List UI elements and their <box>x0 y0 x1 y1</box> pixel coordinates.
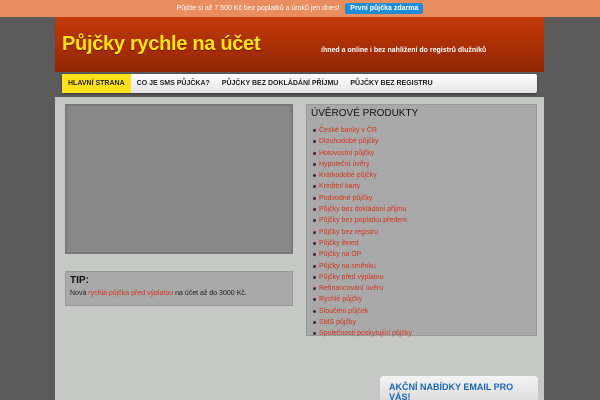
image-slider <box>65 104 293 254</box>
promo-text: Půjčte si až 7 500 Kč bez poplatků a úro… <box>176 5 340 12</box>
bullet-icon <box>313 275 316 279</box>
product-link[interactable]: Půjčky ihned <box>311 238 532 249</box>
products-box: ÚVĚROVÉ PRODUKTY České banky v ČR Dlouho… <box>306 104 537 337</box>
nav-item-sms-loan[interactable]: CO JE SMS PŮJČKA? <box>131 74 216 93</box>
tip-title: TIP: <box>70 275 89 286</box>
product-link[interactable]: České banky v ČR <box>311 125 532 136</box>
product-link[interactable]: SMS půjčky <box>311 317 532 328</box>
tip-suffix: na účet až do 3000 Kč. <box>173 290 247 297</box>
tip-text: Nová rychlá půjčka před výplatou na účet… <box>70 290 288 297</box>
nav-item-home[interactable]: HLAVNÍ STRANA <box>62 74 131 93</box>
product-link[interactable]: Půjčky na směnku <box>311 261 532 272</box>
bullet-icon <box>313 219 316 223</box>
product-link[interactable]: Půjčky bez registru <box>311 227 532 238</box>
product-link[interactable]: Kreditní karty <box>311 181 532 192</box>
product-link[interactable]: Půjčky bez poplatku předem <box>311 215 532 226</box>
product-link[interactable]: Dlouhodobé půjčky <box>311 136 532 147</box>
products-list: České banky v ČR Dlouhodobé půjčky Hotov… <box>311 125 532 340</box>
tip-link[interactable]: rychlá půjčka před výplatou <box>88 290 173 297</box>
product-link[interactable]: Hypoteční úvěry <box>311 159 532 170</box>
product-link[interactable]: Rychlé půjčky <box>311 294 532 305</box>
tip-box: TIP: Nová rychlá půjčka před výplatou na… <box>65 271 293 306</box>
product-link[interactable]: Hotovostní půjčky <box>311 148 532 159</box>
bullet-icon <box>313 253 316 257</box>
site-header: Půjčky rychle na účet ihned a online i b… <box>55 17 544 72</box>
product-link[interactable]: Podvodné půjčky <box>311 193 532 204</box>
bullet-icon <box>313 264 316 268</box>
bullet-icon <box>313 309 316 313</box>
main-nav: HLAVNÍ STRANA CO JE SMS PŮJČKA? PŮJČKY B… <box>62 74 537 93</box>
bullet-icon <box>313 162 316 166</box>
nav-item-no-income-proof[interactable]: PŮJČKY BEZ DOKLÁDÁNÍ PŘÍJMU <box>216 74 345 93</box>
product-link[interactable]: Půjčky před výplatou <box>311 272 532 283</box>
promo-button[interactable]: První půjčka zdarma <box>345 3 424 14</box>
tip-prefix: Nová <box>70 290 89 297</box>
bullet-icon <box>313 332 316 336</box>
bullet-icon <box>313 321 316 325</box>
site-title[interactable]: Půjčky rychle na účet <box>62 33 261 56</box>
product-link[interactable]: Krátkodobé půjčky <box>311 170 532 181</box>
product-link[interactable]: Společnosti poskytující půjčky <box>311 328 532 339</box>
product-link[interactable]: Půjčky na OP <box>311 249 532 260</box>
bullet-icon <box>313 230 316 234</box>
bullet-icon <box>313 140 316 144</box>
site-tagline: ihned a online i bez nahlížení do regist… <box>321 47 487 54</box>
bullet-icon <box>313 129 316 132</box>
products-title: ÚVĚROVÉ PRODUKTY <box>311 108 419 119</box>
bullet-icon <box>313 174 316 178</box>
product-link[interactable]: Refinancování úvěru <box>311 283 532 294</box>
bullet-icon <box>313 196 316 200</box>
bullet-icon <box>313 241 316 245</box>
bullet-icon <box>313 151 316 155</box>
nav-item-no-registry[interactable]: PŮJČKY BEZ REGISTRU <box>344 74 438 93</box>
bullet-icon <box>313 287 316 291</box>
email-offers-title: AKČNÍ NABÍDKY EMAIL PRO VÁS! <box>389 382 514 400</box>
product-link[interactable]: Sloučení půjček <box>311 306 532 317</box>
promo-bar: Půjčte si až 7 500 Kč bez poplatků a úro… <box>0 0 600 17</box>
email-offers-box: AKČNÍ NABÍDKY EMAIL PRO VÁS! <box>380 376 538 400</box>
bullet-icon <box>313 298 316 302</box>
bullet-icon <box>313 185 316 189</box>
product-link[interactable]: Půjčky bez dokládání příjmu <box>311 204 532 215</box>
bullet-icon <box>313 208 316 212</box>
